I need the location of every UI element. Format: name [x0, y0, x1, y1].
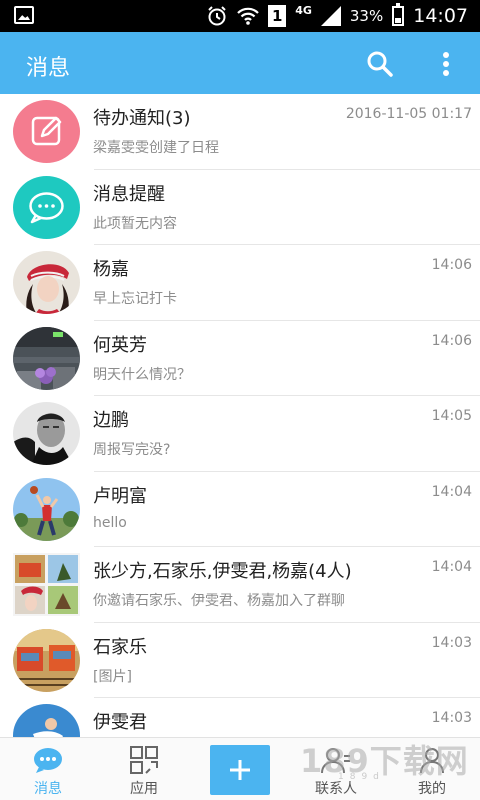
watermark-sub: 189d	[338, 772, 385, 782]
message-list[interactable]: 待办通知(3) 梁嘉雯雯创建了日程 2016-11-05 01:17 消息提醒 …	[0, 94, 480, 737]
list-item-chat[interactable]: 石家乐 [图片] 14:03	[0, 623, 480, 698]
battery-percent: 33%	[349, 7, 384, 25]
message-preview: [图片]	[93, 668, 132, 685]
nav-apps[interactable]: 应用	[96, 738, 192, 800]
sim-indicator: 1	[268, 5, 287, 27]
message-time: 14:04	[431, 483, 472, 500]
reminder-avatar	[13, 175, 80, 239]
message-preview: 早上忘记打卡	[93, 291, 177, 307]
list-item-chat[interactable]: 边鹏 周报写完没? 14:05	[0, 396, 480, 472]
signal-icon	[320, 6, 341, 26]
group-avatar	[13, 553, 80, 616]
avatar	[13, 326, 80, 390]
message-time: 14:03	[431, 710, 472, 726]
message-preview: 梁嘉雯雯创建了日程	[93, 140, 219, 156]
battery-icon	[392, 3, 405, 26]
search-icon	[367, 51, 393, 77]
list-item-reminder[interactable]: 消息提醒 此项暂无内容	[0, 170, 480, 245]
avatar	[13, 477, 80, 541]
todo-avatar	[13, 100, 80, 163]
chat-bubble-icon	[34, 748, 62, 773]
contact-name: 卢明富	[93, 485, 147, 507]
nav-apps-label: 应用	[130, 781, 158, 797]
list-item-chat[interactable]: 卢明富 hello 14:04	[0, 472, 480, 547]
more-vertical-icon	[443, 52, 449, 76]
avatar	[13, 704, 80, 737]
status-bar: 1 4G 33% 14:07	[0, 0, 480, 32]
message-time: 14:05	[431, 408, 472, 424]
app-header: 消息	[0, 32, 480, 94]
list-item-chat[interactable]: 何英芳 明天什么情况？ 14:06	[0, 321, 480, 396]
message-preview: 你邀请石家乐、伊雯君、杨嘉加入了群聊	[93, 593, 345, 609]
contact-name: 伊雯君	[93, 712, 147, 733]
message-time: 14:04	[431, 559, 472, 575]
avatar	[13, 251, 80, 314]
alarm-icon	[206, 5, 228, 27]
list-item-todo[interactable]: 待办通知(3) 梁嘉雯雯创建了日程 2016-11-05 01:17	[0, 94, 480, 170]
message-time: 14:06	[431, 257, 472, 273]
message-preview: 明天什么情况？	[93, 366, 191, 383]
page-title: 消息	[26, 56, 71, 81]
avatar	[13, 402, 80, 465]
network-type: 4G	[295, 3, 312, 17]
nav-messages[interactable]: 消息	[0, 738, 96, 800]
message-time: 2016-11-05 01:17	[345, 106, 472, 122]
gallery-notification-icon	[14, 6, 34, 24]
message-time: 14:06	[431, 332, 472, 349]
add-button[interactable]	[210, 745, 270, 795]
nav-messages-label: 消息	[34, 781, 62, 797]
list-item-chat[interactable]: 杨嘉 早上忘记打卡 14:06	[0, 245, 480, 321]
contact-name: 消息提醒	[93, 183, 165, 205]
apps-grid-icon	[130, 746, 158, 774]
contact-name: 石家乐	[93, 636, 147, 658]
message-preview: 周报写完没?	[93, 442, 171, 458]
contact-name: 杨嘉	[93, 259, 129, 280]
message-preview: hello	[93, 514, 127, 531]
nav-me-label: 我的	[418, 781, 446, 797]
contact-name: 何英芳	[93, 334, 147, 356]
more-options-button[interactable]	[434, 48, 458, 80]
avatar	[13, 628, 80, 692]
edit-icon	[31, 116, 62, 146]
plus-icon	[230, 760, 250, 780]
watermark: 189下载网	[300, 742, 469, 780]
list-item-group-chat[interactable]: 张少方,石家乐,伊雯君,杨嘉(4人) 你邀请石家乐、伊雯君、杨嘉加入了群聊 14…	[0, 547, 480, 623]
list-item-chat[interactable]: 伊雯君 14:03	[0, 698, 480, 737]
message-time: 14:03	[431, 634, 472, 651]
message-preview: 此项暂无内容	[93, 215, 177, 232]
clock: 14:07	[413, 5, 468, 27]
contact-name: 边鹏	[93, 410, 129, 431]
chat-bubble-icon	[29, 191, 64, 223]
contact-name: 张少方,石家乐,伊雯君,杨嘉(4人)	[93, 561, 352, 582]
search-button[interactable]	[366, 50, 394, 78]
contact-name: 待办通知(3)	[93, 108, 191, 129]
wifi-icon	[237, 6, 259, 26]
